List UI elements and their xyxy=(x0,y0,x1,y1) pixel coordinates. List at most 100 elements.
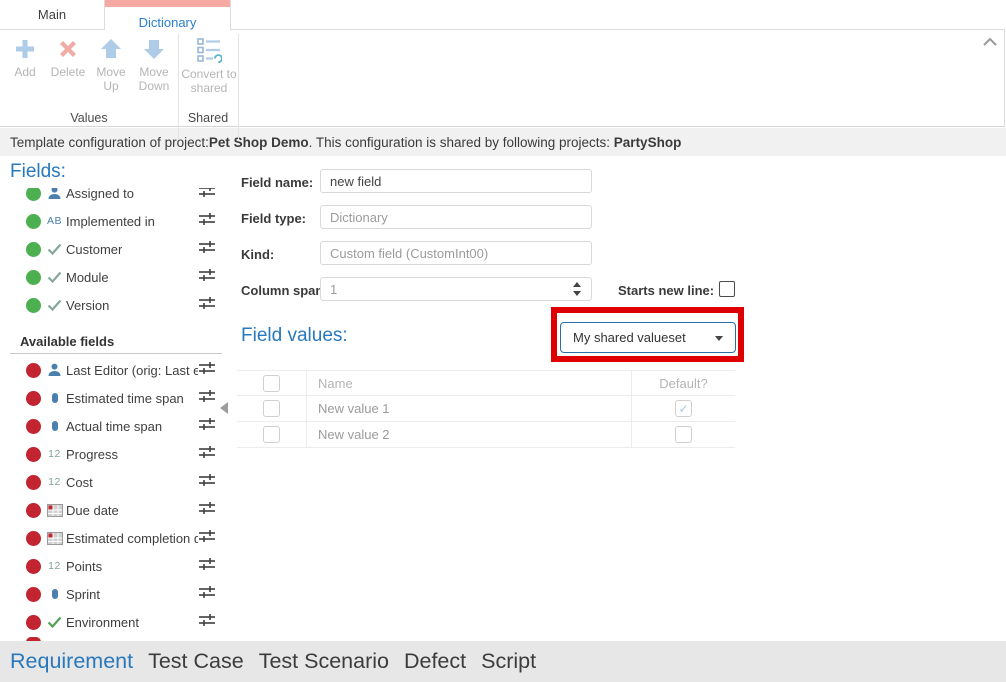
bottom-tab-requirement[interactable]: Requirement xyxy=(10,649,133,674)
ribbon-body: Add Delete Move Up Move Down xyxy=(0,29,1005,127)
number-12-icon: 12 xyxy=(45,448,64,460)
field-row-environment[interactable]: Environment xyxy=(0,608,232,636)
field-name-input[interactable]: new field xyxy=(320,169,592,193)
column-span-label: Column span: xyxy=(241,283,328,298)
row-select-checkbox[interactable] xyxy=(263,426,280,443)
status-dot-green xyxy=(26,188,41,201)
check-icon xyxy=(45,299,64,311)
drag-handle-icon[interactable] xyxy=(198,361,216,380)
field-row-module[interactable]: Module xyxy=(0,263,232,291)
application-window: Main Dictionary Add Delete Move Up xyxy=(0,0,1006,682)
info-bar: Template configuration of project:Pet Sh… xyxy=(0,128,1006,156)
select-all-checkbox[interactable] xyxy=(263,375,280,392)
table-header-row: Name Default? xyxy=(237,370,735,396)
status-dot-red xyxy=(26,503,41,518)
divider xyxy=(10,353,222,354)
field-row-version[interactable]: Version xyxy=(0,291,232,319)
valueset-dropdown[interactable]: My shared valueset xyxy=(560,322,736,353)
field-label: Points xyxy=(66,559,102,574)
field-label: Environment xyxy=(66,615,139,630)
field-row-implemented-in[interactable]: AB Implemented in xyxy=(0,207,232,235)
fields-panel-title: Fields: xyxy=(10,161,66,183)
table-row: New value 1 ✓ xyxy=(237,396,735,422)
field-type-label: Field type: xyxy=(241,211,306,226)
field-label: Estimated completion dat xyxy=(66,531,198,546)
value-name-cell: New value 2 xyxy=(307,422,631,447)
splitter-collapse-icon[interactable] xyxy=(220,402,228,414)
default-checkbox-checked[interactable]: ✓ xyxy=(675,400,692,417)
info-shared-project-name: PartyShop xyxy=(614,135,682,150)
valueset-dropdown-value: My shared valueset xyxy=(573,330,686,345)
field-label: Module xyxy=(66,270,109,285)
field-row-actual-time-span[interactable]: Actual time span xyxy=(0,412,232,440)
field-label: Progress xyxy=(66,447,118,462)
kind-input: Custom field (CustomInt00) xyxy=(320,241,592,265)
x-cross-icon xyxy=(56,37,80,61)
field-row-assigned-to[interactable]: Assigned to xyxy=(0,188,232,207)
table-row: New value 2 xyxy=(237,422,735,448)
status-dot-red xyxy=(26,615,41,630)
check-icon xyxy=(45,271,64,283)
ab-text-icon: AB xyxy=(45,215,64,227)
drag-handle-icon[interactable] xyxy=(198,529,216,548)
number-12-icon: 12 xyxy=(45,560,64,572)
person-icon xyxy=(45,363,64,377)
info-middle: . This configuration is shared by follow… xyxy=(309,135,614,150)
status-dot-green xyxy=(26,242,41,257)
field-label: Estimated time span xyxy=(66,391,184,406)
starts-new-line-checkbox[interactable] xyxy=(719,281,735,297)
tab-main[interactable]: Main xyxy=(0,0,104,29)
spinner-up-icon[interactable] xyxy=(573,282,581,287)
field-name-label: Field name: xyxy=(241,175,313,190)
chevron-up-icon[interactable] xyxy=(982,35,998,49)
available-fields-header: Available fields xyxy=(20,334,114,349)
field-row-points[interactable]: 12 Points xyxy=(0,552,232,580)
status-dot-red xyxy=(26,531,41,546)
drag-handle-icon[interactable] xyxy=(198,296,216,315)
row-select-checkbox[interactable] xyxy=(263,400,280,417)
drag-handle-icon[interactable] xyxy=(198,445,216,464)
drag-handle-icon[interactable] xyxy=(198,501,216,520)
tab-dictionary[interactable]: Dictionary xyxy=(104,0,231,30)
drag-handle-icon[interactable] xyxy=(198,212,216,231)
field-row-last-editor[interactable]: Last Editor (orig: Last edit xyxy=(0,356,232,384)
drag-handle-icon[interactable] xyxy=(198,417,216,436)
field-label: Last Editor (orig: Last edit xyxy=(66,363,198,378)
bottom-tab-script[interactable]: Script xyxy=(481,649,536,674)
drag-handle-icon[interactable] xyxy=(198,188,216,203)
field-type-input: Dictionary xyxy=(320,205,592,229)
status-dot-red xyxy=(26,419,41,434)
selected-fields-list: Assigned to AB Implemented in Customer xyxy=(0,188,232,324)
drag-handle-icon[interactable] xyxy=(198,473,216,492)
column-span-input[interactable]: 1 xyxy=(320,277,592,301)
status-dot-red xyxy=(26,475,41,490)
active-tab-highlight-bar xyxy=(105,0,230,7)
field-row-sprint[interactable]: Sprint xyxy=(0,580,232,608)
drag-handle-icon[interactable] xyxy=(198,557,216,576)
field-row-due-date[interactable]: Due date xyxy=(0,496,232,524)
field-row-estimated-time-span[interactable]: Estimated time span xyxy=(0,384,232,412)
field-row-customer[interactable]: Customer xyxy=(0,235,232,263)
field-row-cost[interactable]: 12 Cost xyxy=(0,468,232,496)
drag-handle-icon[interactable] xyxy=(198,268,216,287)
drag-handle-icon[interactable] xyxy=(198,585,216,604)
drag-handle-icon[interactable] xyxy=(198,240,216,259)
spinner-down-icon[interactable] xyxy=(573,291,581,296)
value-name-cell: New value 1 xyxy=(307,396,631,421)
field-row-progress[interactable]: 12 Progress xyxy=(0,440,232,468)
checklist-refresh-icon xyxy=(196,37,222,63)
bottom-tab-test-case[interactable]: Test Case xyxy=(148,649,244,674)
field-row-estimated-completion-date[interactable]: Estimated completion dat xyxy=(0,524,232,552)
plus-icon xyxy=(13,37,37,61)
drag-handle-icon[interactable] xyxy=(198,389,216,408)
status-dot-red xyxy=(26,559,41,574)
number-12-icon: 12 xyxy=(45,476,64,488)
available-fields-list: Last Editor (orig: Last edit Estimated t… xyxy=(0,356,232,636)
drag-handle-icon[interactable] xyxy=(198,613,216,632)
ribbon-tabstrip: Main Dictionary xyxy=(0,0,1006,29)
bottom-tab-defect[interactable]: Defect xyxy=(404,649,466,674)
default-checkbox-unchecked[interactable] xyxy=(675,426,692,443)
status-dot-green xyxy=(26,214,41,229)
bottom-tab-test-scenario[interactable]: Test Scenario xyxy=(259,649,389,674)
convert-to-shared-button-label: Convert to shared xyxy=(181,67,237,95)
